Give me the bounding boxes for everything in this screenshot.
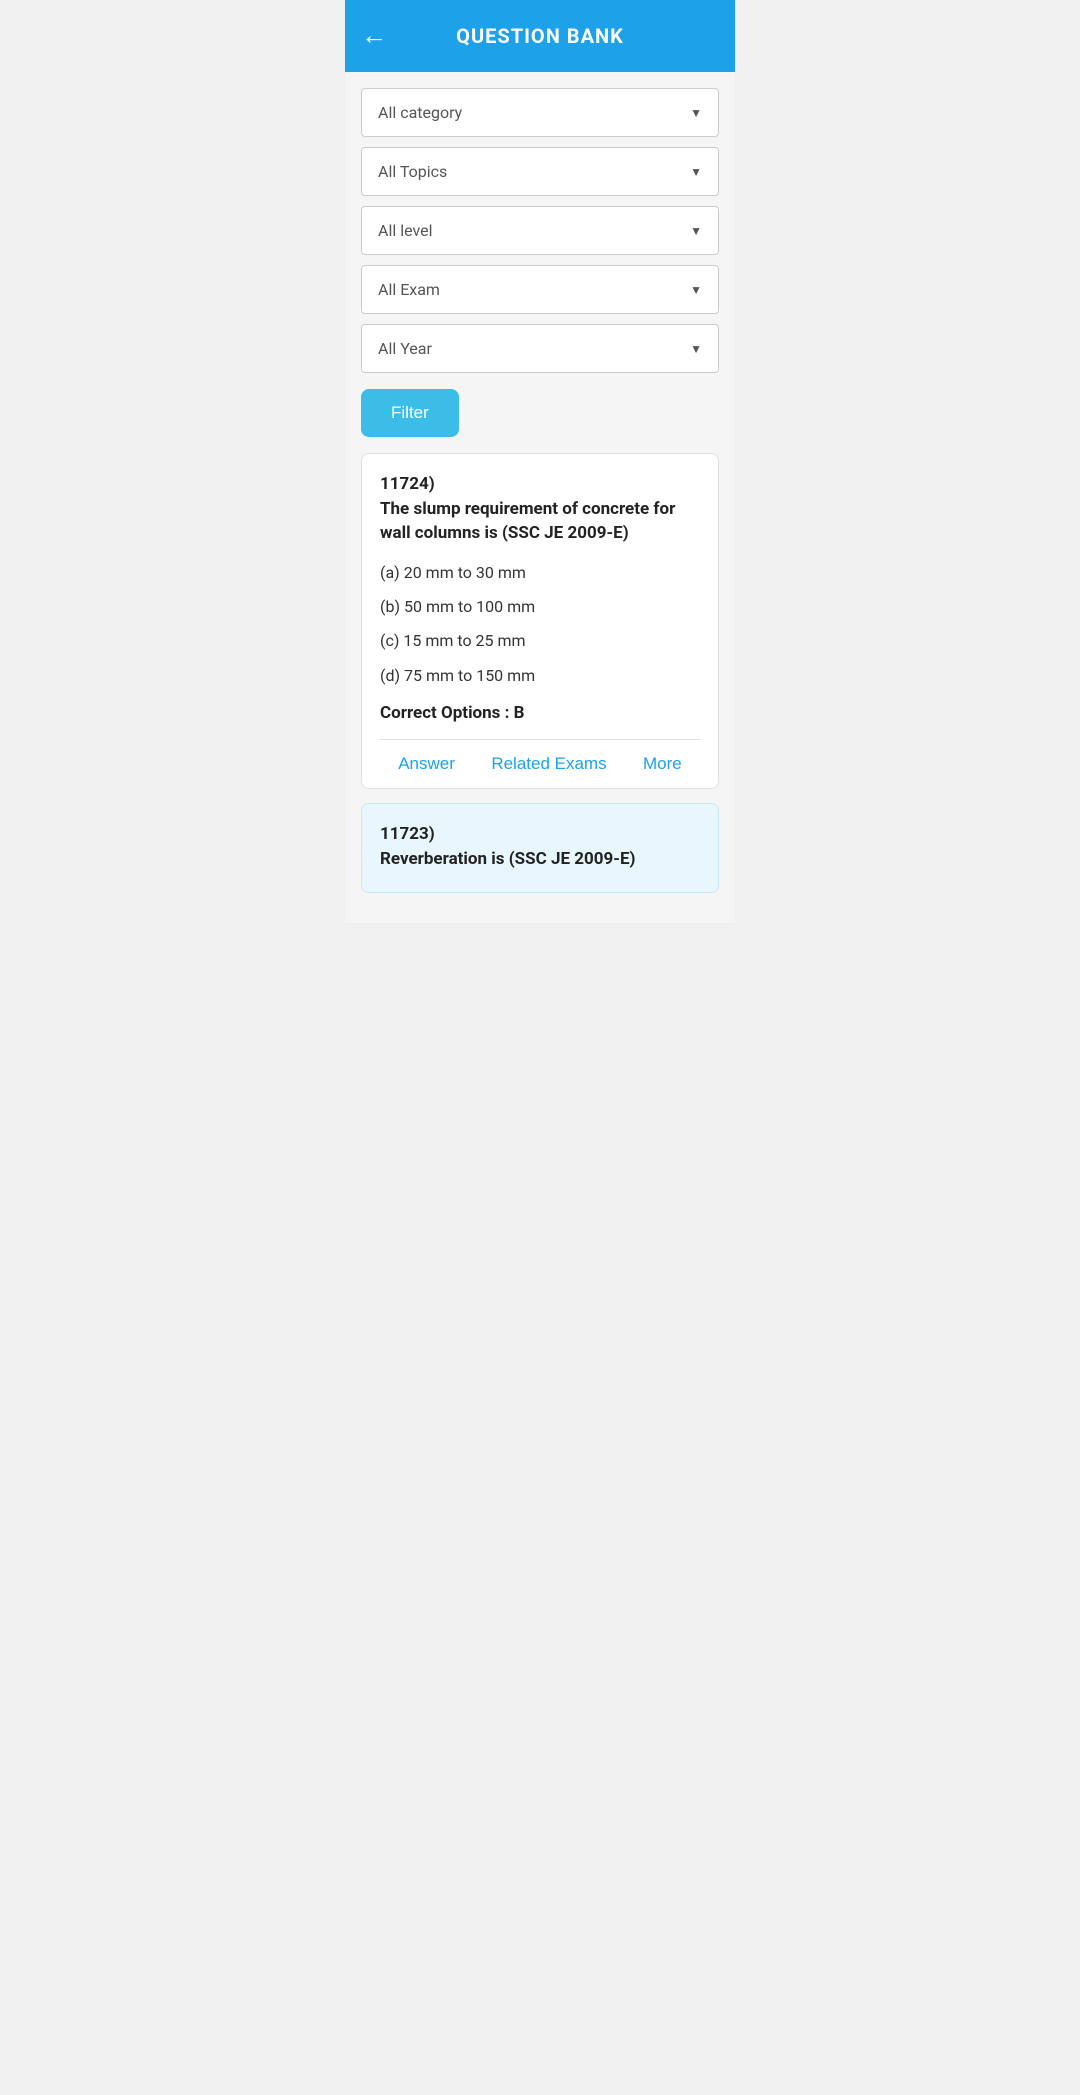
year-dropdown[interactable]: All Year ▼ — [361, 324, 719, 373]
category-dropdown[interactable]: All category ▼ — [361, 88, 719, 137]
question-1-number: 11724) — [380, 474, 700, 494]
topics-dropdown[interactable]: All Topics ▼ — [361, 147, 719, 196]
exam-dropdown-arrow: ▼ — [690, 283, 702, 297]
level-dropdown-arrow: ▼ — [690, 224, 702, 238]
category-dropdown-label: All category — [378, 103, 462, 122]
question-1-option-a: (a) 20 mm to 30 mm — [380, 562, 700, 584]
answer-button[interactable]: Answer — [398, 754, 455, 774]
level-dropdown[interactable]: All level ▼ — [361, 206, 719, 255]
year-dropdown-container: All Year ▼ — [361, 324, 719, 373]
related-exams-button[interactable]: Related Exams — [491, 754, 606, 774]
question-1-option-b: (b) 50 mm to 100 mm — [380, 596, 700, 618]
main-content: All category ▼ All Topics ▼ All level ▼ … — [345, 72, 735, 923]
question-1-actions: Answer Related Exams More — [380, 739, 700, 788]
exam-dropdown[interactable]: All Exam ▼ — [361, 265, 719, 314]
question-2-number: 11723) — [380, 824, 700, 844]
question-1-option-c: (c) 15 mm to 25 mm — [380, 630, 700, 652]
filter-button[interactable]: Filter — [361, 389, 459, 437]
topics-dropdown-container: All Topics ▼ — [361, 147, 719, 196]
question-card-2: 11723) Reverberation is (SSC JE 2009-E) — [361, 803, 719, 893]
question-1-option-d: (d) 75 mm to 150 mm — [380, 665, 700, 687]
exam-dropdown-label: All Exam — [378, 280, 440, 299]
question-card-1: 11724) The slump requirement of concrete… — [361, 453, 719, 789]
level-dropdown-label: All level — [378, 221, 432, 240]
topics-dropdown-label: All Topics — [378, 162, 447, 181]
year-dropdown-label: All Year — [378, 339, 432, 358]
question-2-text: Reverberation is (SSC JE 2009-E) — [380, 848, 700, 872]
question-1-correct-options: Correct Options : B — [380, 703, 700, 723]
exam-dropdown-container: All Exam ▼ — [361, 265, 719, 314]
more-button[interactable]: More — [643, 754, 682, 774]
page-title: QUESTION BANK — [456, 24, 624, 48]
year-dropdown-arrow: ▼ — [690, 342, 702, 356]
app-header: ← QUESTION BANK — [345, 0, 735, 72]
category-dropdown-container: All category ▼ — [361, 88, 719, 137]
level-dropdown-container: All level ▼ — [361, 206, 719, 255]
back-button[interactable]: ← — [361, 23, 387, 49]
question-1-text: The slump requirement of concrete for wa… — [380, 498, 700, 546]
category-dropdown-arrow: ▼ — [690, 106, 702, 120]
topics-dropdown-arrow: ▼ — [690, 165, 702, 179]
